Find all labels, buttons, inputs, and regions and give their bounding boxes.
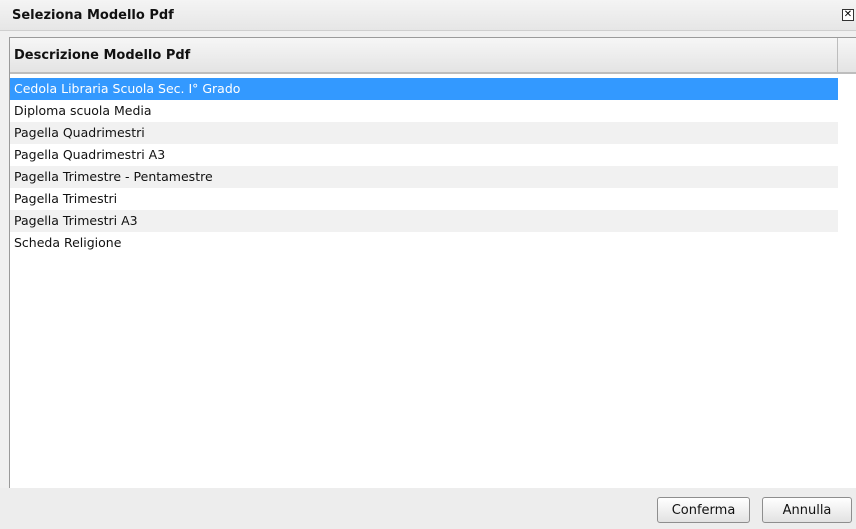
table-row[interactable]: Pagella Trimestri A3	[10, 210, 838, 232]
table-row[interactable]: Cedola Libraria Scuola Sec. I° Grado	[10, 78, 838, 100]
table-row[interactable]: Scheda Religione	[10, 232, 838, 254]
column-header-label: Descrizione Modello Pdf	[14, 48, 191, 63]
cancel-button[interactable]: Annulla	[762, 497, 852, 523]
table-row[interactable]: Diploma scuola Media	[10, 100, 838, 122]
close-icon[interactable]: ✕	[842, 9, 854, 21]
grid-rows: Cedola Libraria Scuola Sec. I° Grado Dip…	[10, 78, 838, 254]
select-pdf-model-dialog: Seleziona Modello Pdf ✕ Descrizione Mode…	[0, 0, 856, 529]
table-row[interactable]: Pagella Quadrimestri	[10, 122, 838, 144]
dialog-footer: Conferma Annulla	[0, 488, 856, 529]
column-header-description[interactable]: Descrizione Modello Pdf	[10, 38, 838, 74]
table-row[interactable]: Pagella Quadrimestri A3	[10, 144, 838, 166]
dialog-title: Seleziona Modello Pdf	[12, 8, 174, 23]
pdf-model-grid: Descrizione Modello Pdf Cedola Libraria …	[9, 37, 856, 488]
dialog-titlebar[interactable]: Seleziona Modello Pdf ✕	[0, 0, 856, 31]
column-header-filler	[838, 38, 856, 74]
table-row[interactable]: Pagella Trimestre - Pentamestre	[10, 166, 838, 188]
table-row[interactable]: Pagella Trimestri	[10, 188, 838, 210]
confirm-button[interactable]: Conferma	[657, 497, 750, 523]
